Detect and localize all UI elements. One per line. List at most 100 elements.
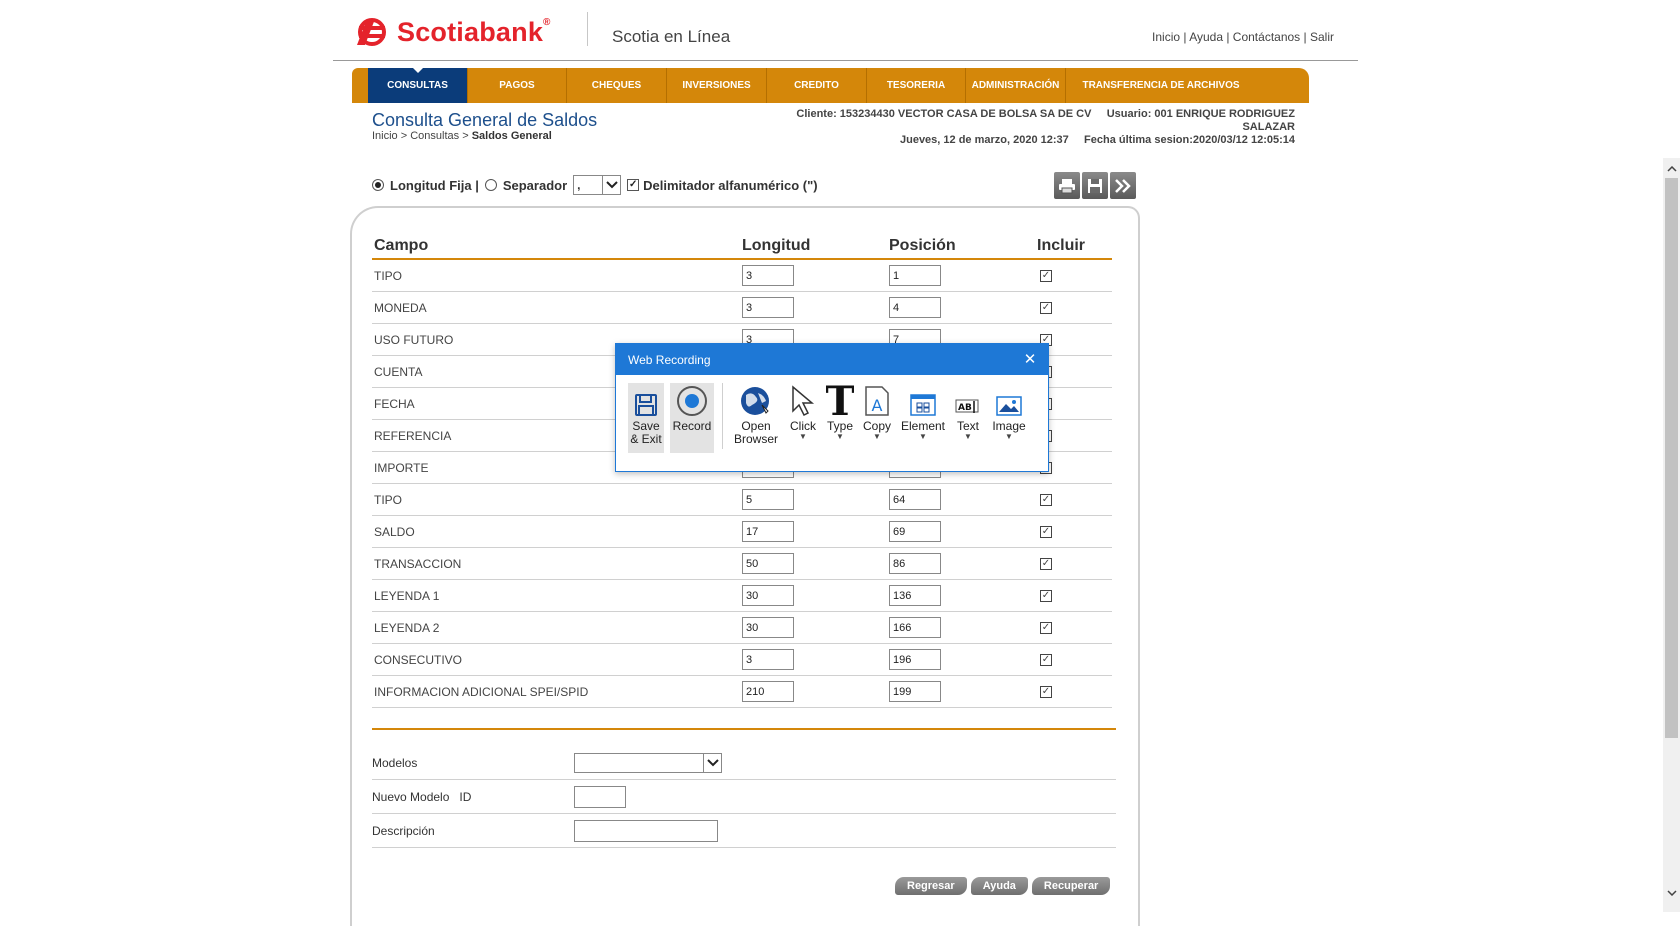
copy-dropdown-icon[interactable]: ▼	[873, 433, 881, 441]
incluir-checkbox[interactable]: ✓	[1040, 589, 1052, 602]
longitud-input[interactable]: 3	[742, 649, 794, 670]
posicion-input[interactable]: 4	[889, 297, 941, 318]
user-label-line2: SALAZAR	[1242, 121, 1295, 133]
incluir-checkbox[interactable]: ✓	[1040, 493, 1052, 506]
scotiabank-logo[interactable]: Scotiabank®	[355, 15, 551, 49]
svg-text:A: A	[872, 396, 883, 415]
next-button[interactable]	[1110, 172, 1136, 199]
scroll-down-icon[interactable]	[1663, 884, 1680, 902]
posicion-input[interactable]: 166	[889, 617, 941, 638]
click-dropdown-icon[interactable]: ▼	[799, 433, 807, 441]
product-name: Scotia en Línea	[612, 27, 731, 46]
table-row: TRANSACCION 50 86 ✓	[372, 548, 1112, 580]
separator-value: ,	[577, 178, 581, 192]
posicion-input[interactable]: 64	[889, 489, 941, 510]
incluir-checkbox[interactable]: ✓	[1040, 525, 1052, 538]
toolbar-divider	[722, 383, 723, 449]
print-button[interactable]	[1054, 172, 1080, 199]
radio-separator[interactable]	[484, 179, 497, 191]
longitud-input[interactable]: 5	[742, 489, 794, 510]
posicion-input[interactable]: 69	[889, 521, 941, 542]
close-icon[interactable]: ✕	[1020, 349, 1040, 369]
delimiter-checkbox[interactable]: ✓	[627, 179, 640, 191]
nav-cheques[interactable]: CHEQUES	[567, 68, 667, 103]
breadcrumb-inicio[interactable]: Inicio	[372, 130, 398, 142]
posicion-input[interactable]: 136	[889, 585, 941, 606]
header-incluir: Incluir	[1037, 237, 1086, 254]
save-exit-label: Save & Exit	[630, 419, 662, 446]
posicion-input[interactable]: 86	[889, 553, 941, 574]
nav-pagos[interactable]: PAGOS	[468, 68, 567, 103]
main-nav: CONSULTAS PAGOS CHEQUES INVERSIONES CRED…	[352, 68, 1309, 103]
longitud-input[interactable]: 3	[742, 265, 794, 286]
link-salir[interactable]: Salir	[1310, 30, 1334, 44]
posicion-input[interactable]: 199	[889, 681, 941, 702]
breadcrumb-current: Saldos General	[471, 130, 552, 142]
type-button[interactable]: T Type ▼	[825, 383, 855, 453]
modelos-select[interactable]	[574, 752, 722, 773]
globe-icon	[740, 383, 772, 417]
longitud-input[interactable]: 50	[742, 553, 794, 574]
radio-fixed-length[interactable]	[372, 179, 384, 191]
separator-select[interactable]: ,	[573, 175, 622, 195]
scroll-up-icon[interactable]	[1663, 160, 1680, 178]
copy-button[interactable]: A Copy ▼	[861, 383, 893, 453]
nav-credito[interactable]: CREDITO	[767, 68, 867, 103]
ayuda-button[interactable]: Ayuda	[970, 877, 1028, 895]
table-row: LEYENDA 1 30 136 ✓	[372, 580, 1112, 612]
longitud-input[interactable]: 30	[742, 585, 794, 606]
recuperar-button[interactable]: Recuperar	[1031, 877, 1111, 895]
posicion-input[interactable]: 196	[889, 649, 941, 670]
save-exit-button[interactable]: Save & Exit	[628, 383, 664, 453]
save-button[interactable]	[1082, 172, 1108, 199]
image-button[interactable]: Image ▼	[989, 383, 1029, 453]
breadcrumb-consultas[interactable]: Consultas	[410, 130, 459, 142]
campo-cell: MONEDA	[374, 300, 427, 315]
nav-tesoreria[interactable]: TESORERIA	[867, 68, 966, 103]
longitud-input[interactable]: 17	[742, 521, 794, 542]
link-contactanos[interactable]: Contáctanos	[1233, 30, 1300, 44]
scotiabank-s-icon	[357, 18, 386, 46]
dialog-title-bar: Web Recording ✕	[616, 344, 1048, 375]
table-header: Campo Longitud Posición Incluir	[372, 232, 1112, 260]
incluir-checkbox[interactable]: ✓	[1040, 269, 1052, 282]
incluir-checkbox[interactable]: ✓	[1040, 557, 1052, 570]
regresar-button[interactable]: Regresar	[895, 877, 967, 895]
longitud-input[interactable]: 3	[742, 297, 794, 318]
scrollbar-thumb[interactable]	[1665, 178, 1678, 738]
separator-label: Separador	[502, 177, 568, 193]
type-dropdown-icon[interactable]: ▼	[836, 433, 844, 441]
incluir-checkbox[interactable]: ✓	[1040, 685, 1052, 698]
modelos-label: Modelos	[372, 755, 418, 770]
link-ayuda[interactable]: Ayuda	[1189, 30, 1223, 44]
floppy-icon	[634, 383, 658, 417]
description-input[interactable]	[574, 819, 718, 842]
modelos-row: Modelos	[372, 746, 1116, 780]
nav-inversiones[interactable]: INVERSIONES	[667, 68, 767, 103]
table-row: INFORMACION ADICIONAL SPEI/SPID 210 199 ✓	[372, 676, 1112, 708]
click-button[interactable]: Click ▼	[787, 383, 819, 453]
model-id-input[interactable]	[574, 785, 626, 808]
image-dropdown-icon[interactable]: ▼	[1005, 433, 1013, 441]
user-label: Usuario: 001 ENRIQUE RODRIGUEZ	[1106, 108, 1295, 120]
incluir-checkbox[interactable]: ✓	[1040, 621, 1052, 634]
longitud-input[interactable]: 210	[742, 681, 794, 702]
longitud-input[interactable]: 30	[742, 617, 794, 638]
link-inicio[interactable]: Inicio	[1152, 30, 1180, 44]
incluir-checkbox[interactable]: ✓	[1040, 301, 1052, 314]
text-button[interactable]: AB Text ▼	[953, 383, 983, 453]
nav-transferencia[interactable]: TRANSFERENCIA DE ARCHIVOS	[1066, 68, 1256, 103]
record-button[interactable]: Record	[670, 383, 714, 453]
element-button[interactable]: Element ▼	[899, 383, 947, 453]
element-dropdown-icon[interactable]: ▼	[919, 433, 927, 441]
incluir-checkbox[interactable]: ✓	[1040, 653, 1052, 666]
cursor-icon	[790, 383, 816, 417]
nav-consultas[interactable]: CONSULTAS	[368, 68, 468, 103]
table-row: LEYENDA 2 30 166 ✓	[372, 612, 1112, 644]
open-browser-button[interactable]: Open Browser	[731, 383, 781, 453]
nav-administracion[interactable]: ADMINISTRACIÓN	[966, 68, 1066, 103]
campo-cell: TIPO	[374, 268, 403, 283]
breadcrumb: Inicio > Consultas > Saldos General	[372, 130, 552, 142]
posicion-input[interactable]: 1	[889, 265, 941, 286]
text-dropdown-icon[interactable]: ▼	[964, 433, 972, 441]
